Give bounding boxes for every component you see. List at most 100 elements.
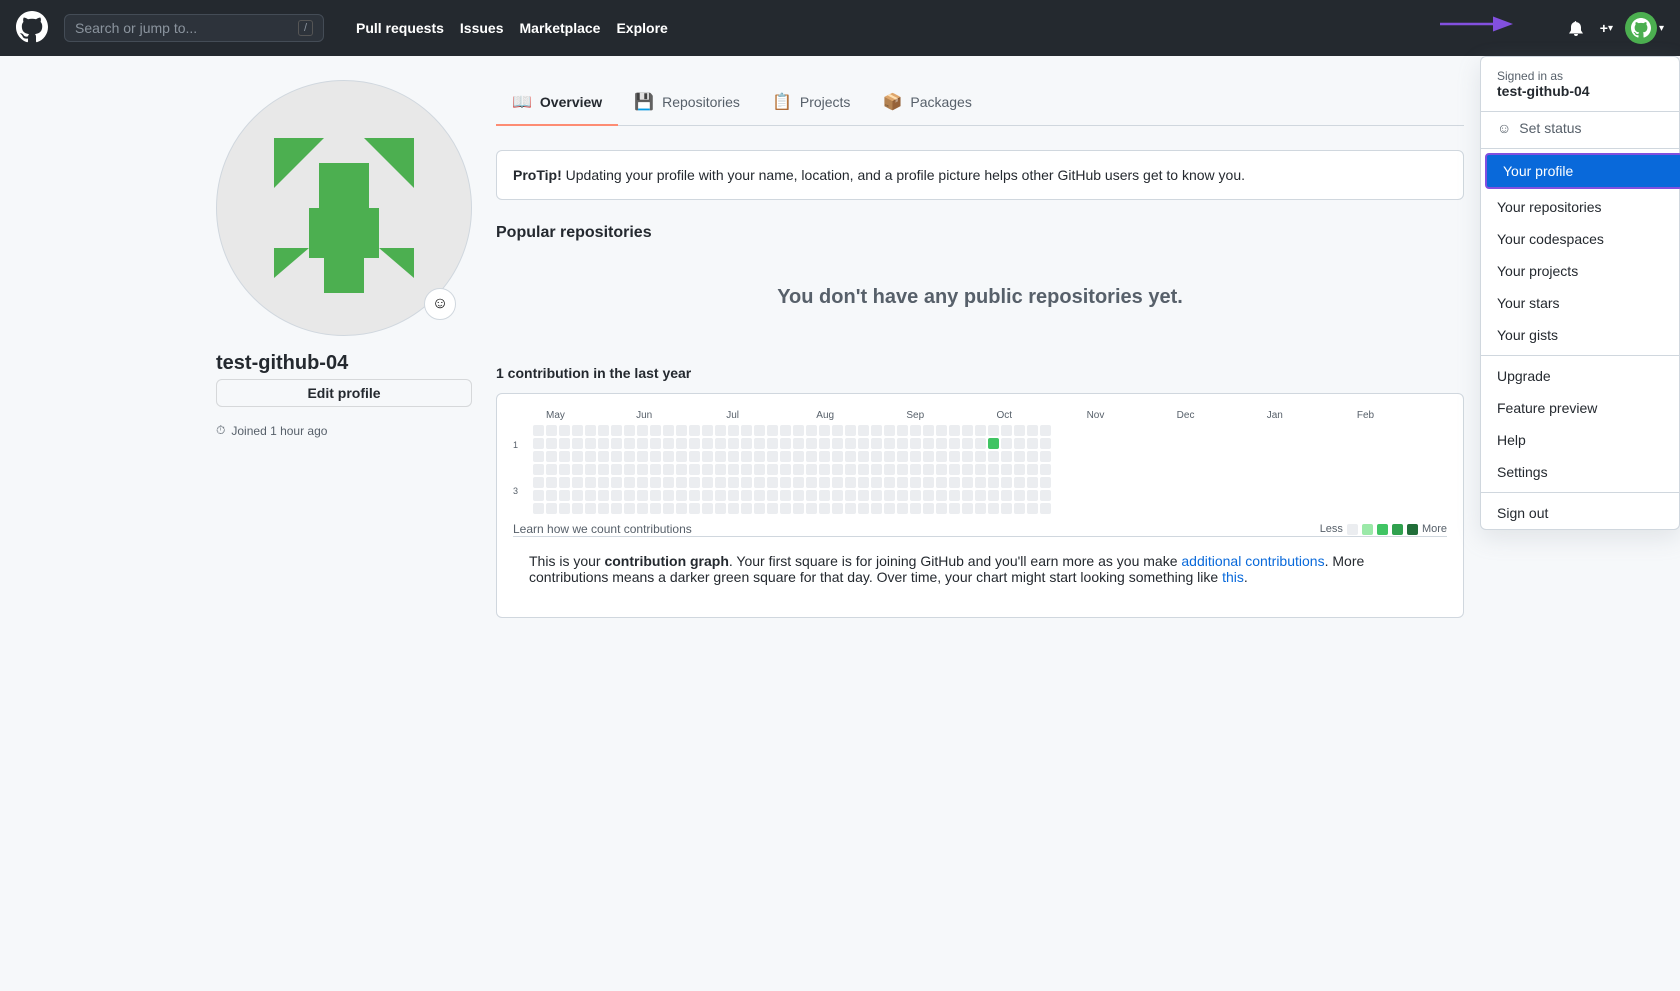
contrib-day bbox=[910, 464, 921, 475]
contrib-day bbox=[624, 438, 635, 449]
dropdown-your-gists[interactable]: Your gists bbox=[1481, 319, 1679, 351]
contrib-day bbox=[845, 438, 856, 449]
contrib-day bbox=[728, 438, 739, 449]
dropdown-your-codespaces[interactable]: Your codespaces bbox=[1481, 223, 1679, 255]
contrib-day bbox=[637, 438, 648, 449]
additional-contributions-link[interactable]: additional contributions bbox=[1181, 553, 1324, 569]
contrib-day bbox=[702, 503, 713, 514]
contrib-week bbox=[910, 425, 921, 514]
tab-overview[interactable]: 📖 Overview bbox=[496, 80, 618, 126]
set-status-button[interactable]: ☺ Set status bbox=[1481, 112, 1679, 144]
contrib-day bbox=[585, 464, 596, 475]
contrib-day bbox=[1014, 425, 1025, 436]
contrib-day bbox=[637, 451, 648, 462]
contrib-day bbox=[637, 425, 648, 436]
contrib-day bbox=[598, 503, 609, 514]
contributions-grid-wrapper: 1 3 bbox=[513, 425, 1447, 514]
dropdown-your-stars[interactable]: Your stars bbox=[1481, 287, 1679, 319]
contrib-week bbox=[819, 425, 830, 514]
contrib-day bbox=[819, 425, 830, 436]
search-bar[interactable]: Search or jump to... / bbox=[64, 14, 324, 42]
contrib-day bbox=[624, 451, 635, 462]
contrib-day bbox=[780, 451, 791, 462]
contrib-day bbox=[819, 477, 830, 488]
learn-contributions-link[interactable]: Learn how we count contributions bbox=[513, 522, 692, 536]
contrib-day bbox=[715, 425, 726, 436]
contrib-day bbox=[689, 451, 700, 462]
contrib-day bbox=[936, 503, 947, 514]
dropdown-your-projects[interactable]: Your projects bbox=[1481, 255, 1679, 287]
contrib-day bbox=[871, 438, 882, 449]
contrib-day bbox=[637, 490, 648, 501]
dropdown-your-repositories[interactable]: Your repositories bbox=[1481, 191, 1679, 223]
nav-avatar[interactable] bbox=[1625, 12, 1657, 44]
dropdown-help[interactable]: Help bbox=[1481, 424, 1679, 456]
nav-pull-requests[interactable]: Pull requests bbox=[356, 20, 444, 36]
edit-profile-button[interactable]: Edit profile bbox=[216, 379, 472, 407]
nav-icons: + ▾ ▾ bbox=[1564, 12, 1664, 44]
dropdown-divider-1 bbox=[1481, 148, 1679, 149]
contrib-day bbox=[910, 451, 921, 462]
tab-packages[interactable]: 📦 Packages bbox=[866, 80, 987, 126]
contrib-week bbox=[663, 425, 674, 514]
dropdown-upgrade[interactable]: Upgrade bbox=[1481, 360, 1679, 392]
contrib-day bbox=[806, 451, 817, 462]
dropdown-username: test-github-04 bbox=[1497, 83, 1663, 99]
contrib-day bbox=[650, 477, 661, 488]
month-nov: Nov bbox=[1087, 410, 1177, 421]
contrib-day bbox=[663, 503, 674, 514]
contrib-day bbox=[845, 425, 856, 436]
nav-issues[interactable]: Issues bbox=[460, 20, 504, 36]
day-label-1: 1 bbox=[513, 440, 529, 453]
search-placeholder-text: Search or jump to... bbox=[75, 20, 290, 36]
contrib-day bbox=[793, 464, 804, 475]
contrib-day bbox=[988, 490, 999, 501]
contrib-day bbox=[728, 477, 739, 488]
main-content: 📖 Overview 💾 Repositories 📋 Projects 📦 P… bbox=[496, 80, 1464, 618]
contrib-week bbox=[780, 425, 791, 514]
example-link[interactable]: this bbox=[1222, 569, 1244, 585]
tab-repositories[interactable]: 💾 Repositories bbox=[618, 80, 756, 126]
contrib-day bbox=[533, 490, 544, 501]
legend-box-0 bbox=[1347, 524, 1358, 535]
contrib-day bbox=[975, 438, 986, 449]
contrib-day bbox=[1027, 490, 1038, 501]
contrib-day bbox=[949, 464, 960, 475]
user-menu-trigger[interactable]: ▾ bbox=[1625, 12, 1664, 44]
contrib-week bbox=[741, 425, 752, 514]
contrib-day bbox=[767, 464, 778, 475]
month-labels: May Jun Jul Aug Sep Oct Nov Dec Jan Feb bbox=[513, 410, 1447, 421]
contrib-week bbox=[598, 425, 609, 514]
contrib-day bbox=[832, 464, 843, 475]
contrib-day bbox=[897, 490, 908, 501]
new-repo-button[interactable]: + ▾ bbox=[1596, 16, 1617, 40]
contrib-day bbox=[793, 425, 804, 436]
contrib-day bbox=[949, 477, 960, 488]
github-logo[interactable] bbox=[16, 11, 48, 46]
nav-explore[interactable]: Explore bbox=[616, 20, 667, 36]
contrib-week bbox=[728, 425, 739, 514]
contrib-day bbox=[598, 490, 609, 501]
contrib-day bbox=[845, 451, 856, 462]
contrib-day bbox=[689, 477, 700, 488]
notifications-button[interactable] bbox=[1564, 16, 1588, 40]
contrib-day bbox=[858, 425, 869, 436]
dropdown-sign-out[interactable]: Sign out bbox=[1481, 497, 1679, 529]
dropdown-settings[interactable]: Settings bbox=[1481, 456, 1679, 488]
upgrade-label: Upgrade bbox=[1497, 368, 1551, 384]
dropdown-divider-3 bbox=[1481, 492, 1679, 493]
nav-marketplace[interactable]: Marketplace bbox=[520, 20, 601, 36]
package-icon: 📦 bbox=[882, 92, 902, 112]
contrib-day bbox=[949, 438, 960, 449]
contrib-day bbox=[663, 438, 674, 449]
contrib-week bbox=[611, 425, 622, 514]
contrib-day bbox=[871, 477, 882, 488]
contrib-day bbox=[962, 477, 973, 488]
dropdown-feature-preview[interactable]: Feature preview bbox=[1481, 392, 1679, 424]
contrib-day bbox=[767, 503, 778, 514]
contrib-day bbox=[572, 425, 583, 436]
set-avatar-emoji-button[interactable]: ☺ bbox=[424, 288, 456, 320]
dropdown-your-profile[interactable]: Your profile bbox=[1485, 153, 1680, 189]
tab-projects[interactable]: 📋 Projects bbox=[756, 80, 867, 126]
contrib-day bbox=[793, 438, 804, 449]
